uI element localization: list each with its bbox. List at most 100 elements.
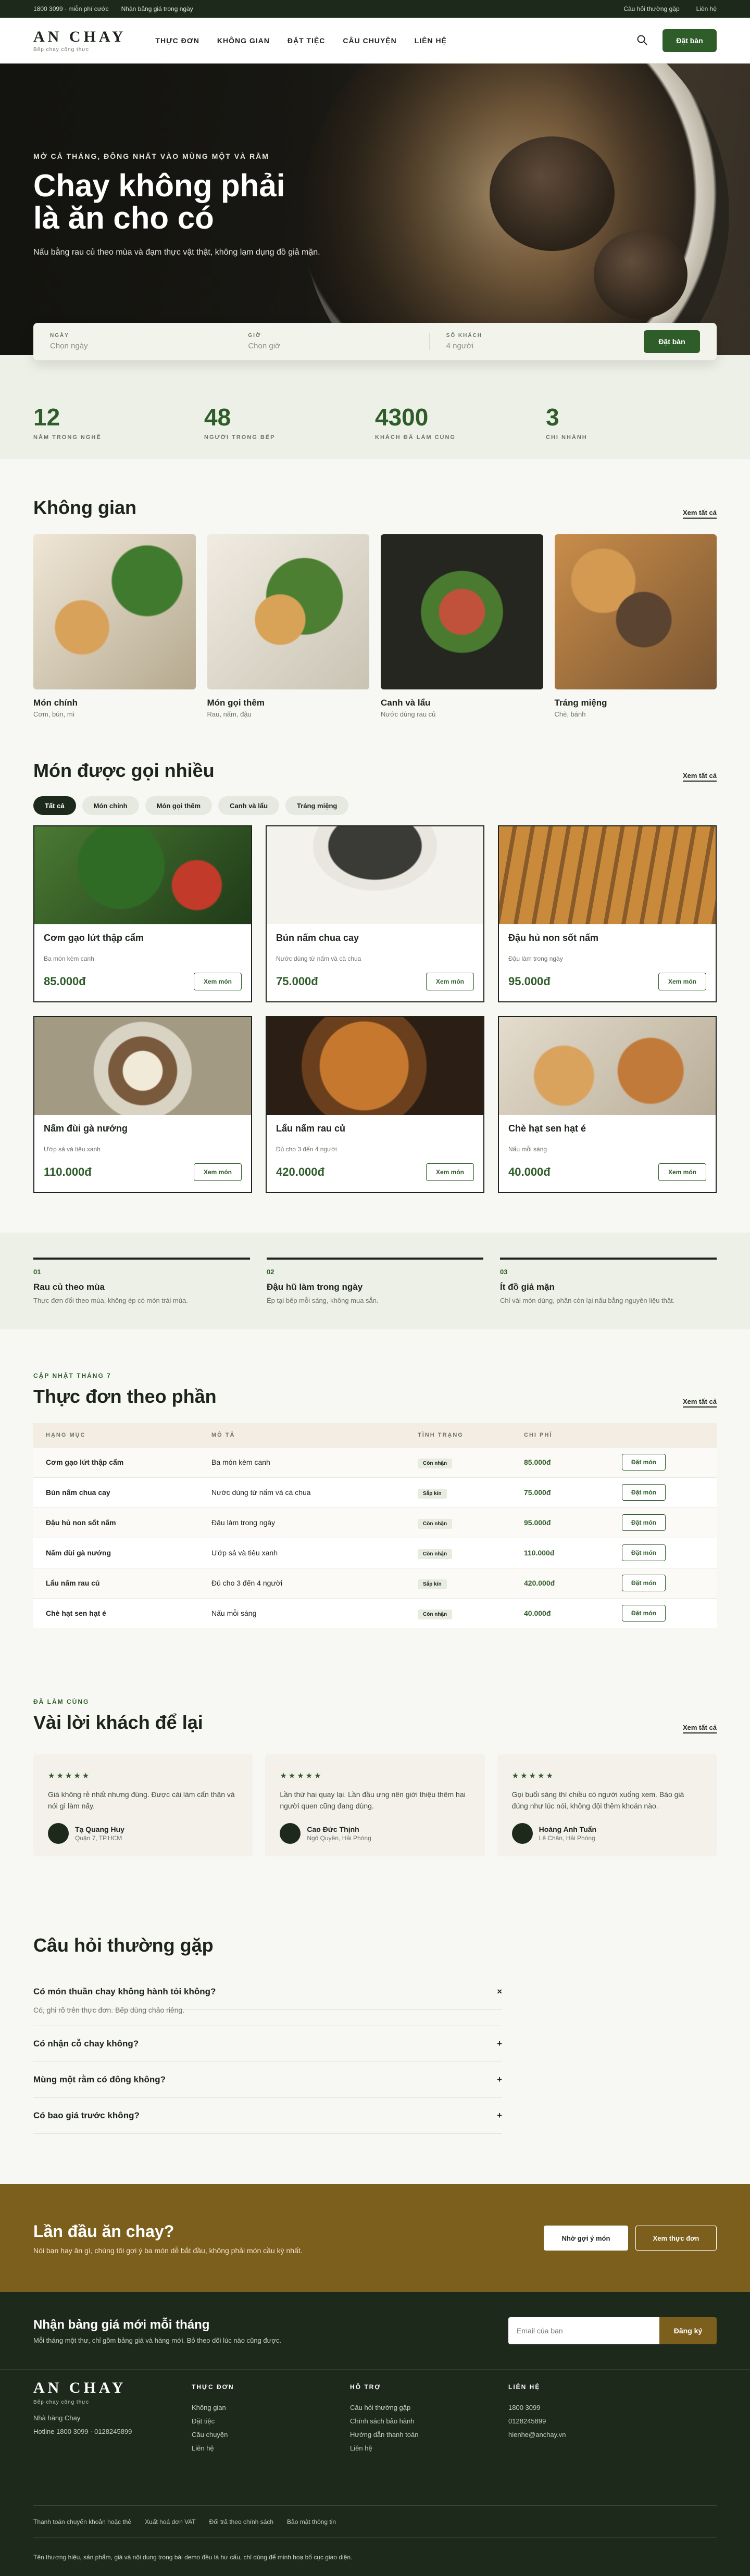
faq-question-text: Có nhận cỗ chay không? <box>33 2039 139 2049</box>
topbar-faq-link[interactable]: Câu hỏi thường gặp <box>623 5 679 12</box>
booking-submit-button[interactable]: Đặt bàn <box>643 330 700 353</box>
footer-link[interactable]: Đặt tiệc <box>192 2415 350 2428</box>
booking-date-field[interactable]: NGÀY Chọn ngày <box>50 333 232 350</box>
avatar <box>511 1823 533 1844</box>
logo[interactable]: AN CHAY Bếp chay công thực <box>33 29 126 53</box>
faq-question[interactable]: Mùng một rằm có đông không? + <box>33 2062 502 2098</box>
footer-link[interactable]: Liên hệ <box>350 2442 508 2455</box>
tab-dessert[interactable]: Tráng miệng <box>285 796 349 815</box>
view-all-link[interactable]: Xem tất cả <box>682 1724 717 1733</box>
email-field[interactable] <box>508 2317 659 2344</box>
view-menu-button[interactable]: Xem thực đơn <box>635 2226 717 2251</box>
faq-question[interactable]: Có món thuần chay không hành tỏi không? × <box>33 1974 502 2010</box>
view-dish-button[interactable]: Xem món <box>194 973 242 990</box>
hero: MỞ CẢ THÁNG, ĐÔNG NHẤT VÀO MÙNG MỘT VÀ R… <box>0 64 750 355</box>
row-price: 40.000đ <box>511 1598 609 1628</box>
dish-desc: Nước dùng từ nấm và cà chua <box>276 955 361 962</box>
feature-desc: Thực đơn đổi theo mùa, không ép có món t… <box>33 1297 188 1304</box>
row-price: 95.000đ <box>511 1507 609 1538</box>
tab-soup[interactable]: Canh và lẩu <box>218 796 280 815</box>
subscribe-button[interactable]: Đăng ký <box>659 2317 717 2344</box>
status-cell: Còn nhận <box>405 1447 511 1477</box>
popular-section: Món được gọi nhiều Xem tất cả Tất cả Món … <box>33 718 717 1193</box>
newsletter-title: Nhận bảng giá mới mỗi tháng <box>33 2317 210 2332</box>
booking-time-field[interactable]: GIỜ Chọn giờ <box>248 333 430 350</box>
footer-logo[interactable]: AN CHAY <box>33 2380 192 2396</box>
reviewer-name: Cao Đức Thịnh <box>307 1825 359 1833</box>
tab-side[interactable]: Món gọi thêm <box>145 796 213 815</box>
stat-value: 4300 <box>375 404 429 431</box>
dish-name: Đậu hủ non sốt nấm <box>508 933 598 943</box>
search-icon[interactable] <box>636 34 648 47</box>
feature-desc: Chỉ vài món dùng, phần còn lại nấu bằng … <box>500 1297 675 1304</box>
footer-policy-link[interactable]: Thanh toán chuyển khoản hoặc thẻ <box>33 2518 131 2525</box>
order-button[interactable]: Đặt món <box>622 1575 666 1591</box>
nav-item-space[interactable]: KHÔNG GIAN <box>217 36 270 45</box>
plus-icon[interactable]: + <box>497 2075 502 2085</box>
footer-policy-link[interactable]: Đổi trả theo chính sách <box>209 2518 273 2525</box>
plus-icon[interactable]: + <box>497 2110 502 2121</box>
order-button[interactable]: Đặt món <box>622 1605 666 1622</box>
faq-question[interactable]: Có nhận cỗ chay không? + <box>33 2026 502 2062</box>
footer-link[interactable]: Liên hệ <box>192 2442 350 2455</box>
topbar-phone[interactable]: 1800 3099 · miễn phí cước <box>33 5 109 12</box>
reviewer-name: Tạ Quang Huy <box>75 1825 124 1833</box>
footer-link[interactable]: Không gian <box>192 2401 350 2415</box>
tab-all[interactable]: Tất cả <box>33 796 76 815</box>
footer-link[interactable]: Chính sách bảo hành <box>350 2415 508 2428</box>
topbar-contact-link[interactable]: Liên hệ <box>696 5 717 12</box>
book-table-button[interactable]: Đặt bàn <box>662 29 717 52</box>
faq-question-text: Mùng một rằm có đông không? <box>33 2075 166 2084</box>
order-button[interactable]: Đặt món <box>622 1514 666 1531</box>
footer-link[interactable]: Câu chuyện <box>192 2428 350 2442</box>
view-all-link[interactable]: Xem tất cả <box>682 509 717 519</box>
faq-question[interactable]: Có bao giá trước không? + <box>33 2098 502 2134</box>
order-button[interactable]: Đặt món <box>622 1454 666 1471</box>
view-dish-button[interactable]: Xem món <box>658 1163 706 1181</box>
order-button[interactable]: Đặt món <box>622 1484 666 1501</box>
footer-policy-link[interactable]: Xuất hoá đơn VAT <box>145 2518 195 2525</box>
tab-main[interactable]: Món chính <box>82 796 139 815</box>
view-all-link[interactable]: Xem tất cả <box>682 772 717 782</box>
nav-item-party[interactable]: ĐẶT TIỆC <box>288 36 326 45</box>
view-dish-button[interactable]: Xem món <box>426 973 474 990</box>
order-button[interactable]: Đặt món <box>622 1544 666 1561</box>
nav-item-story[interactable]: CÂU CHUYỆN <box>343 36 396 45</box>
category-card[interactable]: Canh và lẩu Nước dùng rau củ <box>381 534 543 718</box>
newsletter: Nhận bảng giá mới mỗi tháng Mỗi tháng một… <box>0 2292 750 2369</box>
row-name: Lẩu nấm rau củ <box>33 1567 199 1598</box>
menu-table: HẠNG MỤC MÔ TẢ TÌNH TRẠNG CHI PHÍ Cơm gạ… <box>33 1423 717 1628</box>
booking-guests-field[interactable]: SỐ KHÁCH 4 người <box>446 333 627 350</box>
footer-link[interactable]: Câu hỏi thường gặp <box>350 2401 508 2415</box>
features: 01 Rau củ theo mùa Thực đơn đổi theo mùa, … <box>0 1233 750 1329</box>
footer-link[interactable]: hienhe@anchay.vn <box>508 2428 667 2442</box>
row-desc: Đủ cho 3 đến 4 người <box>199 1567 405 1598</box>
plus-icon[interactable]: + <box>497 2039 502 2049</box>
category-card[interactable]: Món gọi thêm Rau, nấm, đậu <box>207 534 369 718</box>
nav-item-contact[interactable]: LIÊN HỆ <box>415 36 447 45</box>
view-dish-button[interactable]: Xem món <box>194 1163 242 1181</box>
stat-label: NGƯỜI TRONG BẾP <box>204 434 276 441</box>
close-icon[interactable]: × <box>497 1987 502 1997</box>
category-sub: Cơm, bún, mì <box>33 710 75 718</box>
view-dish-button[interactable]: Xem món <box>426 1163 474 1181</box>
category-card[interactable]: Tráng miệng Chè, bánh <box>554 534 717 718</box>
status-badge: Sắp kín <box>418 1579 447 1589</box>
dish-image <box>34 1017 251 1115</box>
footer-link[interactable]: Hướng dẫn thanh toán <box>350 2428 508 2442</box>
category-title: Canh và lẩu <box>381 698 431 708</box>
faq-question-text: Có bao giá trước không? <box>33 2110 140 2120</box>
footer-policy-link[interactable]: Bảo mật thông tin <box>287 2518 336 2525</box>
column-header <box>609 1423 717 1447</box>
nav-item-menu[interactable]: THỰC ĐƠN <box>155 36 199 45</box>
view-dish-button[interactable]: Xem món <box>658 973 706 990</box>
view-all-link[interactable]: Xem tất cả <box>682 1398 717 1408</box>
reviewer-name: Hoàng Anh Tuấn <box>539 1825 597 1833</box>
category-title: Tráng miệng <box>554 698 607 708</box>
footer-link[interactable]: 0128245899 <box>508 2415 667 2428</box>
suggest-dish-button[interactable]: Nhờ gợi ý món <box>544 2226 628 2251</box>
status-badge: Sắp kín <box>418 1489 447 1499</box>
review-card: ★★★★★ Lần thứ hai quay lại. Lần đầu ưng n… <box>265 1754 485 1856</box>
category-card[interactable]: Món chính Cơm, bún, mì <box>33 534 196 718</box>
footer-link[interactable]: 1800 3099 <box>508 2401 667 2415</box>
